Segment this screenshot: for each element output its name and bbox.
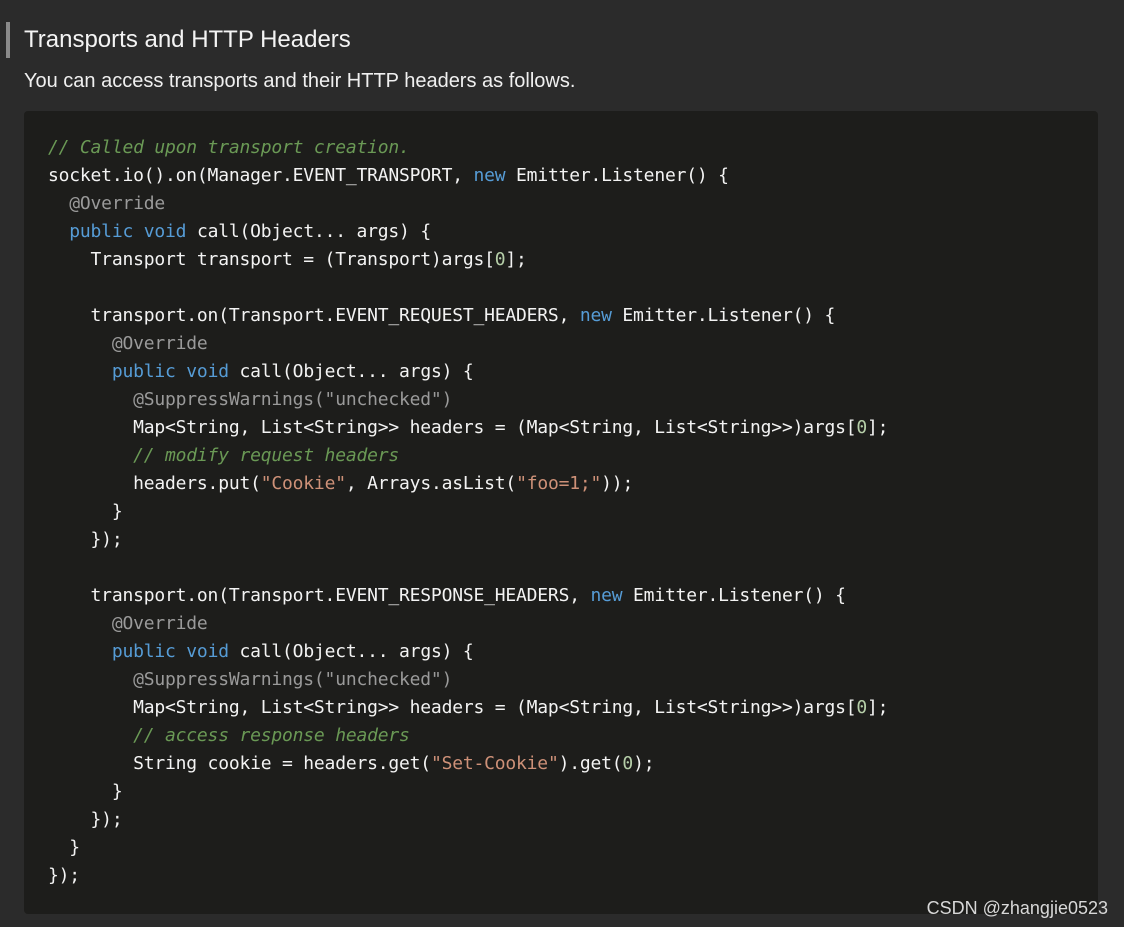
code-token-plain: ]; [505,249,527,270]
code-token-string: "Set-Cookie" [430,753,559,774]
code-line: } [48,498,1098,526]
code-token-plain: Transport transport = (Transport)args[ [48,249,495,270]
code-line: // modify request headers [48,442,1098,470]
code-line: @Override [48,330,1098,358]
code-token-plain: headers.put( [48,473,261,494]
code-line: // access response headers [48,722,1098,750]
code-token-plain: Map<String, List<String>> headers = (Map… [48,697,857,718]
code-line: }); [48,806,1098,834]
code-line: public void call(Object... args) { [48,358,1098,386]
code-token-plain: Map<String, List<String>> headers = (Map… [48,417,857,438]
code-token-plain: )); [601,473,634,494]
code-line: }); [48,526,1098,554]
code-token-plain: Emitter.Listener() { [622,585,846,606]
code-token-plain: Emitter.Listener() { [505,165,729,186]
code-token-plain: call(Object... args) { [228,641,474,662]
code-token-string: "Cookie" [260,473,346,494]
code-token-number: 0 [622,753,634,774]
code-line: @Override [48,190,1098,218]
code-token-keyword: new [473,165,506,186]
code-token-keyword: public [48,361,176,382]
code-token-plain: ).get( [558,753,623,774]
code-token-annotation: @Override [48,613,208,634]
code-token-plain: transport.on(Transport.EVENT_RESPONSE_HE… [48,585,591,606]
code-token-plain: call(Object... args) { [186,221,431,242]
code-token-plain: }); [48,865,80,886]
code-line: transport.on(Transport.EVENT_RESPONSE_HE… [48,582,1098,610]
code-line: } [48,778,1098,806]
code-token-comment: // modify request headers [48,445,400,466]
code-token-plain: } [48,837,80,858]
code-token-plain: socket.io().on(Manager.EVENT_TRANSPORT, [48,165,474,186]
code-line: // Called upon transport creation. [48,134,1098,162]
code-line: @SuppressWarnings("unchecked") [48,666,1098,694]
code-line: @Override [48,610,1098,638]
code-token-plain: }); [48,529,123,550]
code-token-annotation: @SuppressWarnings("unchecked") [48,389,453,410]
code-token-keyword: public [48,221,134,242]
code-token-keyword: void [186,361,229,382]
code-token-plain: } [48,501,123,522]
code-line: Transport transport = (Transport)args[0]… [48,246,1098,274]
code-line: public void call(Object... args) { [48,638,1098,666]
code-token-plain: transport.on(Transport.EVENT_REQUEST_HEA… [48,305,580,326]
code-line: Map<String, List<String>> headers = (Map… [48,694,1098,722]
code-token-plain: ]; [867,417,889,438]
intro-text: You can access transports and their HTTP… [24,70,576,92]
code-token-plain: }); [48,809,123,830]
code-line: headers.put("Cookie", Arrays.asList("foo… [48,470,1098,498]
code-line: transport.on(Transport.EVENT_REQUEST_HEA… [48,302,1098,330]
code-line: }); [48,862,1098,890]
watermark: CSDN @zhangjie0523 [926,898,1108,918]
code-token-keyword: void [143,221,187,242]
code-line: } [48,834,1098,862]
section-heading: Transports and HTTP Headers [24,26,351,53]
code-token-number: 0 [856,417,868,438]
code-line: public void call(Object... args) { [48,218,1098,246]
code-line: socket.io().on(Manager.EVENT_TRANSPORT, … [48,162,1098,190]
code-token-comment: // Called upon transport creation. [48,137,410,158]
code-token-keyword: new [579,305,612,326]
code-token-keyword: void [186,641,229,662]
code-line: Map<String, List<String>> headers = (Map… [48,414,1098,442]
code-token-plain: Emitter.Listener() { [611,305,836,326]
code-block[interactable]: // Called upon transport creation. socket… [24,111,1098,914]
code-token-plain: ); [633,753,655,774]
code-token-plain: , Arrays.asList( [345,473,517,494]
code-line: @SuppressWarnings("unchecked") [48,386,1098,414]
code-token-comment: // access response headers [48,725,410,746]
code-token-plain: } [48,781,123,802]
code-token-number: 0 [856,697,868,718]
code-token-annotation: @Override [48,333,208,354]
code-line: String cookie = headers.get("Set-Cookie"… [48,750,1098,778]
code-token-string: "foo=1;" [516,473,602,494]
code-token-keyword: public [48,641,176,662]
code-token-plain: call(Object... args) { [228,361,474,382]
code-token-annotation: @Override [48,193,166,214]
code-token-keyword: new [590,585,623,606]
heading-accent-bar [6,22,10,58]
code-token-annotation: @SuppressWarnings("unchecked") [48,669,453,690]
code-token-plain: String cookie = headers.get( [48,753,431,774]
code-token-number: 0 [494,249,506,270]
code-token-plain: ]; [867,697,889,718]
